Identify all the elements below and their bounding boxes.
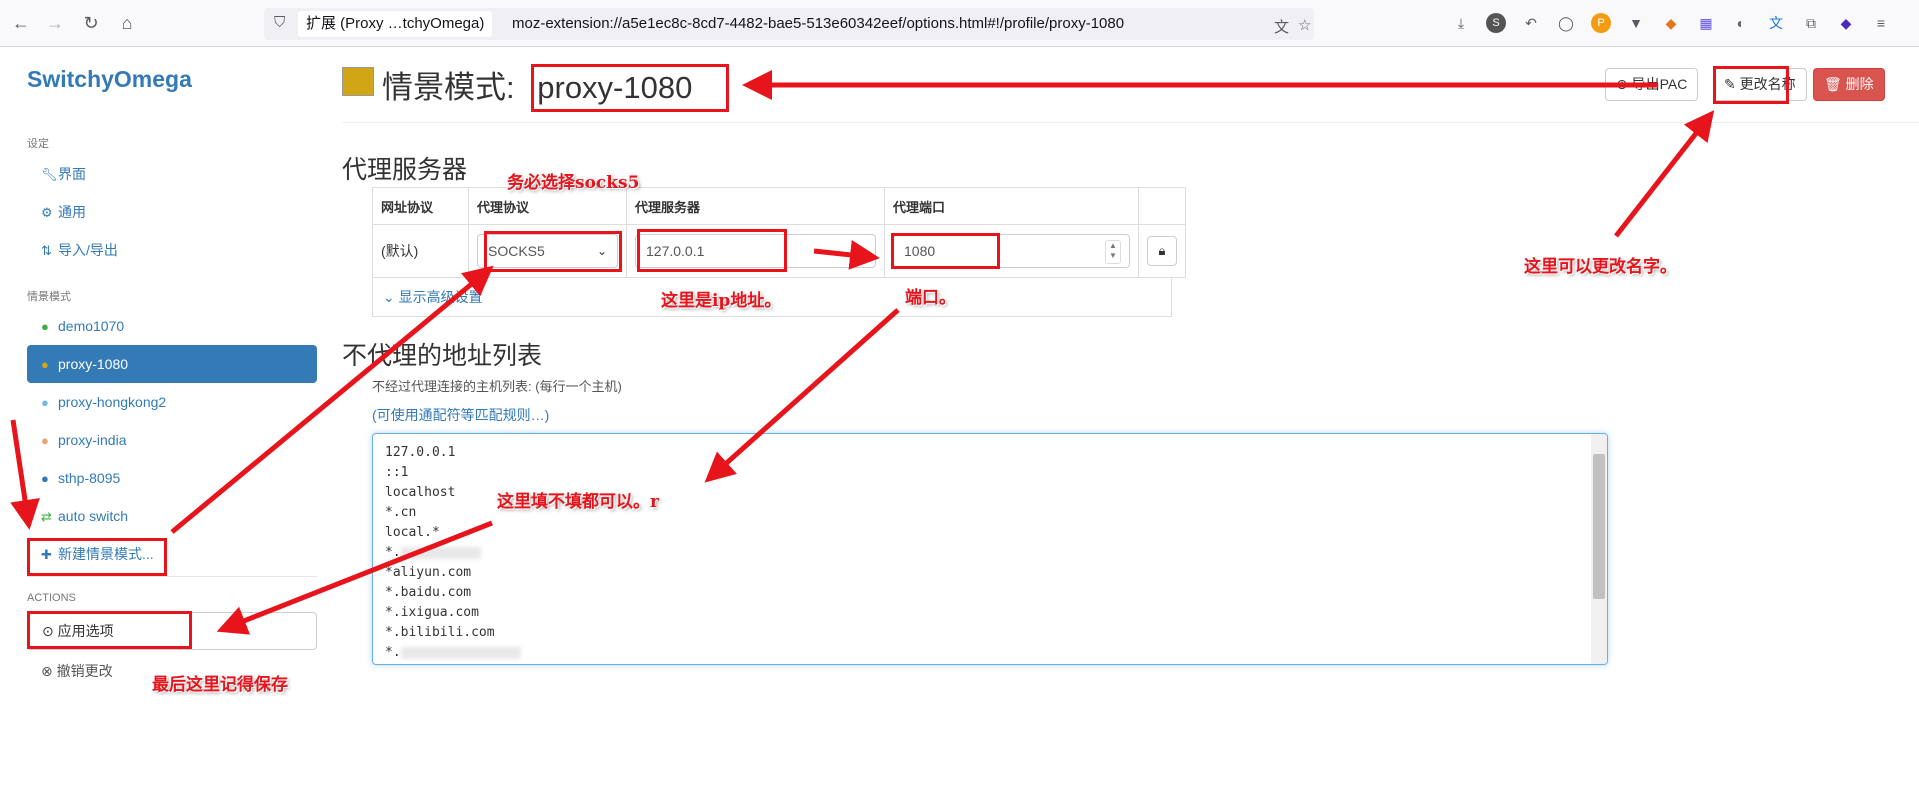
annotation-save-hint: 最后这里记得保存 — [152, 675, 288, 695]
annotation-optional: 这里填不填都可以。r — [497, 492, 659, 512]
annotation-port: 端口。 — [905, 288, 956, 308]
annotation-must-socks5: 务必选择socks5 — [507, 173, 640, 193]
annotation-ip-address: 这里是ip地址。 — [661, 291, 782, 311]
arrow-to-bypass-list — [704, 308, 900, 483]
arrow-to-protocol — [170, 265, 494, 534]
annotation-rename-hint: 这里可以更改名字。 — [1524, 257, 1677, 277]
arrow-to-new-profile — [10, 419, 40, 530]
arrow-to-apply — [216, 520, 493, 635]
arrow-server-to-port — [813, 239, 880, 270]
arrow-to-rename — [1614, 110, 1715, 238]
